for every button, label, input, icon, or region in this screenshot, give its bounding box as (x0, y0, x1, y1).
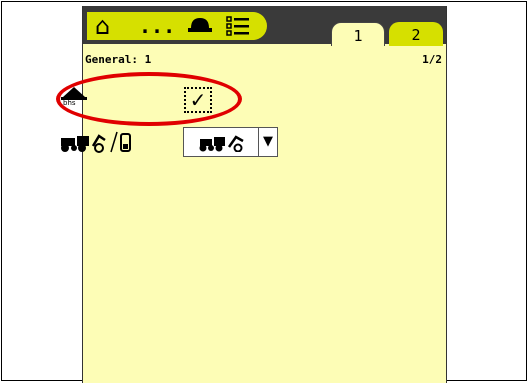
chevron-down-icon[interactable]: ▼ (258, 128, 277, 156)
tractor-loader-icon (199, 135, 244, 152)
ellipsis-button[interactable]: ... (139, 14, 175, 38)
window-frame: ⌂ ... 1 2 General: 1 1/2 bhs ✓ ▼ (1, 1, 527, 383)
tab-1[interactable]: 1 (331, 22, 385, 46)
top-bar: ⌂ ... 1 2 (83, 6, 446, 46)
machine-select[interactable]: ▼ (183, 127, 278, 157)
tab-2[interactable]: 2 (389, 22, 443, 46)
operator-icon[interactable] (187, 16, 213, 36)
tractor-loader-icon (61, 131, 131, 153)
highlight-ellipse (56, 72, 242, 126)
menu-list-icon[interactable] (225, 14, 251, 38)
home-icon[interactable]: ⌂ (95, 14, 110, 38)
nav-pill: ⌂ ... (87, 12, 267, 40)
terminal-screen: ⌂ ... 1 2 General: 1 1/2 bhs ✓ ▼ (61, 6, 447, 383)
section-title: General: 1 (85, 53, 152, 66)
page-indicator: 1/2 (422, 53, 442, 66)
